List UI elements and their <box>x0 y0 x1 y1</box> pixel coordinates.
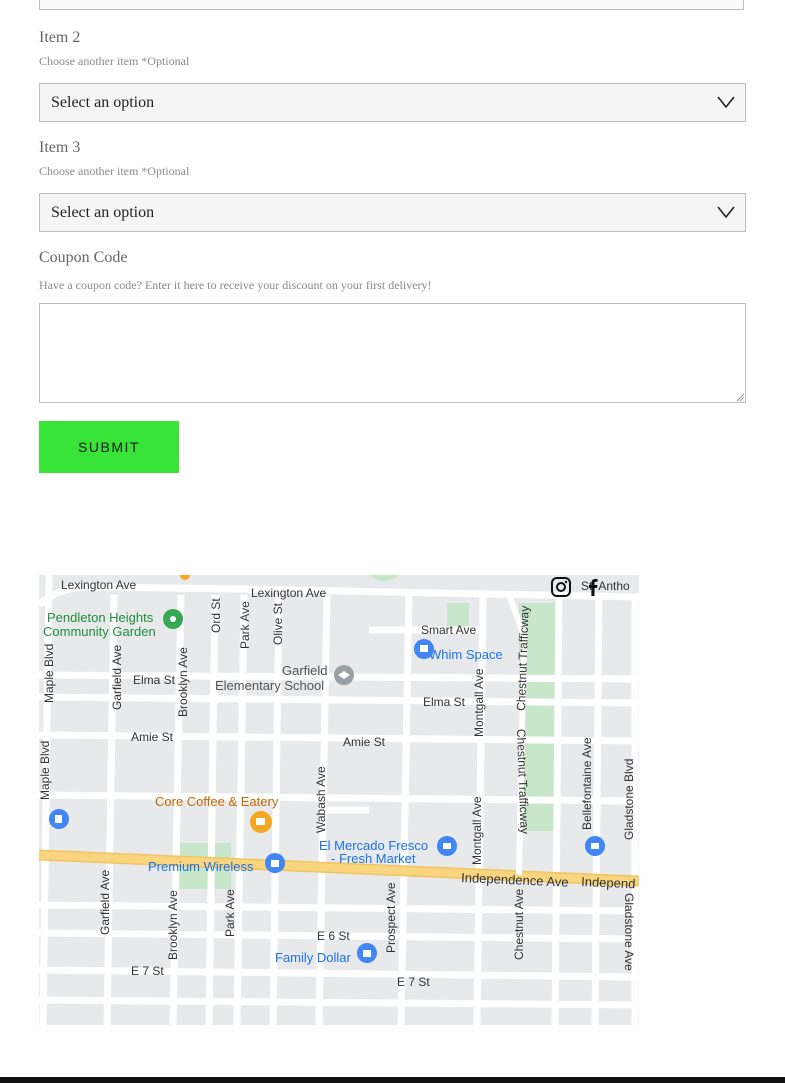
street-label: Lexington Ave <box>61 578 137 592</box>
item-2-help: Choose another item *Optional <box>39 54 190 68</box>
grocery-pin-icon[interactable] <box>585 836 605 856</box>
street-label: Maple Blvd <box>39 741 52 800</box>
street-label: Ord St <box>209 598 223 633</box>
whim-space-pin-icon[interactable] <box>414 639 434 659</box>
street-label: Prospect Ave <box>384 882 398 953</box>
place-label: Elementary School <box>215 678 324 693</box>
street-label: Park Ave <box>238 601 252 649</box>
place-label: Premium Wireless <box>148 859 254 874</box>
street-label: Bellefontaine Ave <box>580 737 594 830</box>
street-label: Elma St <box>423 695 466 709</box>
street-label: Independ <box>581 874 636 891</box>
item-3-label: Item 3 <box>39 139 81 156</box>
garden-pin-icon[interactable] <box>163 609 183 629</box>
coffee-pin-icon[interactable] <box>250 811 272 833</box>
street-label: Amie St <box>343 735 386 749</box>
street-label: Maple Blvd <box>42 644 56 703</box>
instagram-icon[interactable] <box>549 575 573 599</box>
facebook-icon[interactable] <box>581 575 605 599</box>
coupon-code-label: Coupon Code <box>39 249 128 266</box>
street-label: E 7 St <box>397 975 430 989</box>
school-pin-icon[interactable] <box>334 665 354 685</box>
resize-handle-icon[interactable] <box>736 393 744 401</box>
street-label: Lexington Ave <box>251 586 327 600</box>
street-label: Wabash Ave <box>314 766 328 833</box>
street-label: Garfield Ave <box>98 870 112 935</box>
item-3-select-value: Select an option <box>51 204 155 221</box>
street-label: Brooklyn Ave <box>176 647 190 717</box>
place-label: - Fresh Market <box>331 851 416 866</box>
street-label: Olive St <box>271 602 285 645</box>
street-label: Gladstone Ave <box>622 893 636 971</box>
street-label: Garfield Ave <box>110 645 124 710</box>
item-2-select-value: Select an option <box>51 94 155 111</box>
street-label: Park Ave <box>223 889 237 937</box>
gas-station-pin-icon[interactable] <box>49 809 69 829</box>
place-label: Whim Space <box>429 647 503 662</box>
street-label: Brooklyn Ave <box>166 890 180 960</box>
street-label: Gladstone Blvd <box>622 759 636 840</box>
coupon-code-help: Have a coupon code? Enter it here to rec… <box>39 278 432 292</box>
place-label: Family Dollar <box>275 950 352 965</box>
item-3-help: Choose another item *Optional <box>39 164 190 178</box>
street-label: Amie St <box>131 730 174 744</box>
map-canvas: Lexington Ave Lexington Ave St. Antho Sm… <box>39 575 639 1025</box>
coupon-code-textarea[interactable] <box>39 303 746 403</box>
map-embed[interactable]: Lexington Ave Lexington Ave St. Antho Sm… <box>39 575 639 1025</box>
place-label: Garfield <box>282 663 328 678</box>
item-2-label: Item 2 <box>39 29 81 46</box>
wireless-store-pin-icon[interactable] <box>265 853 285 873</box>
chevron-down-icon <box>717 206 735 219</box>
item-3-select[interactable]: Select an option <box>39 193 746 232</box>
chevron-down-icon <box>717 96 735 109</box>
place-label: Pendleton Heights <box>47 610 154 625</box>
item-1-select-partial[interactable] <box>39 0 744 10</box>
street-label: Smart Ave <box>421 623 476 637</box>
place-label: Core Coffee & Eatery <box>155 794 279 809</box>
footer-bar <box>0 1077 785 1083</box>
store-pin-icon[interactable] <box>357 943 377 963</box>
street-label: Montgall Ave <box>472 668 486 737</box>
street-label: E 6 St <box>317 929 350 943</box>
street-label: E 7 St <box>131 964 164 978</box>
street-label: Montgall Ave <box>470 796 484 865</box>
street-label: Elma St <box>133 673 176 687</box>
street-label: Chestnut Ave <box>512 889 526 960</box>
item-2-select[interactable]: Select an option <box>39 83 746 122</box>
submit-button[interactable]: SUBMIT <box>39 421 179 473</box>
grocery-pin-icon[interactable] <box>437 836 457 856</box>
place-label: Community Garden <box>43 624 156 639</box>
